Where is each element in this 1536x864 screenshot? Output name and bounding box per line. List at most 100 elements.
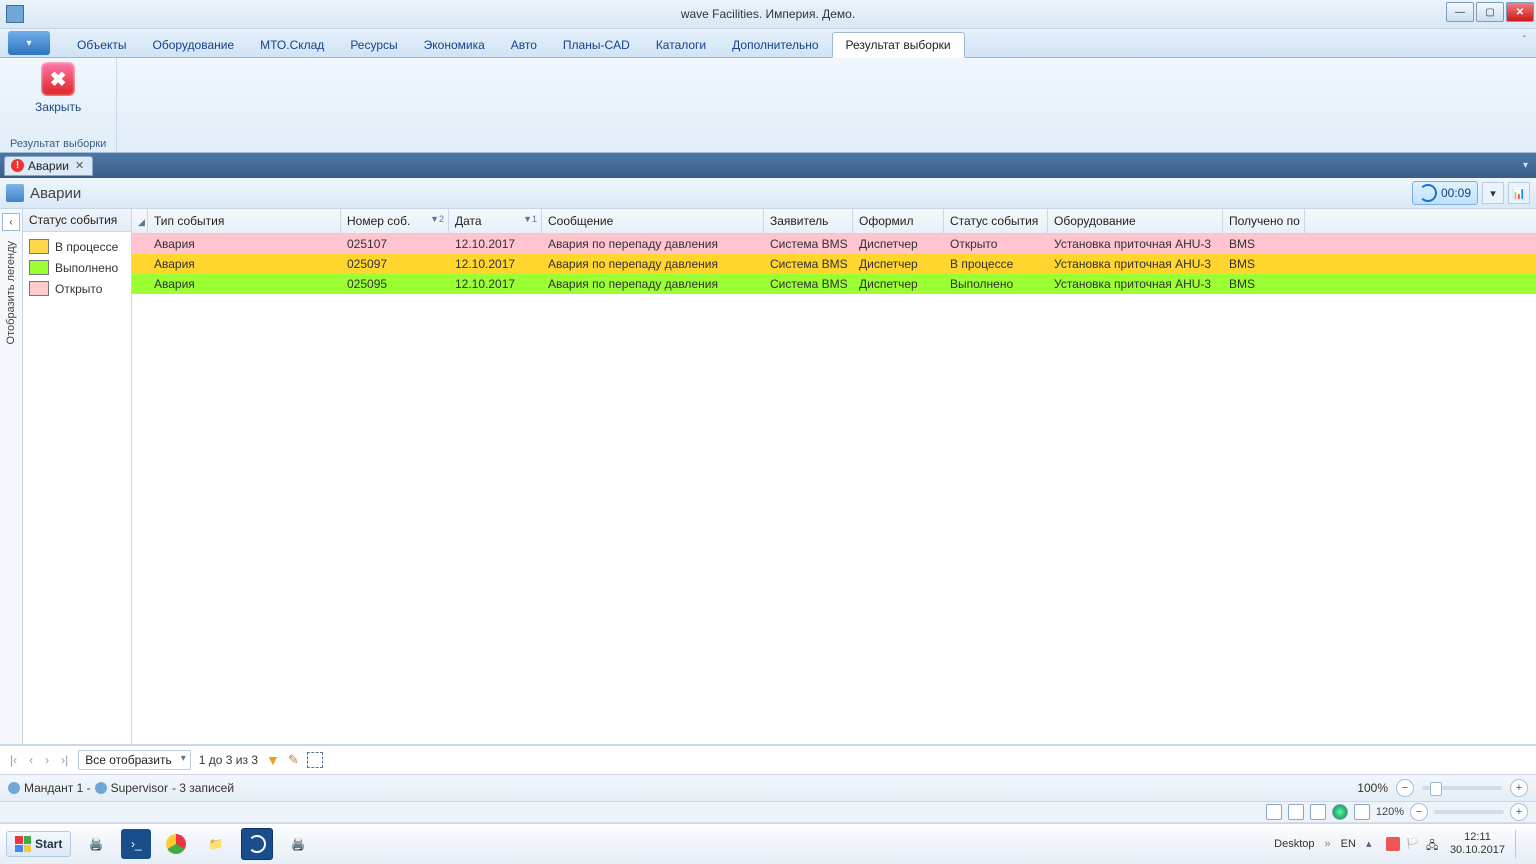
table-cell: 12.10.2017	[449, 234, 542, 254]
util-zoom-in[interactable]: +	[1510, 803, 1528, 821]
swatch-icon	[29, 239, 49, 254]
select-all-icon[interactable]	[307, 752, 323, 768]
grid-header-received-by[interactable]: Получено по	[1223, 209, 1305, 233]
table-cell: Диспетчер	[853, 254, 944, 274]
window-close-button[interactable]: ✕	[1506, 2, 1534, 22]
legend-item-in-progress[interactable]: В процессе	[27, 236, 127, 257]
taskbar-item-powershell[interactable]: ›_	[121, 829, 151, 859]
minimize-button[interactable]: —	[1446, 2, 1474, 22]
legend-item-label: Выполнено	[55, 261, 118, 275]
ribbon-collapse-button[interactable]: ˆ	[1523, 35, 1526, 46]
util-globe-icon[interactable]	[1332, 804, 1348, 820]
tray-flag-icon[interactable]: 🏳️	[1406, 837, 1420, 851]
table-cell: 025107	[341, 234, 449, 254]
util-hand-icon[interactable]	[1354, 804, 1370, 820]
close-button-label: Закрыть	[35, 100, 81, 114]
close-result-button[interactable]: ✖ Закрыть	[35, 62, 81, 114]
pager-last[interactable]: ›|	[59, 753, 70, 767]
ribbon-tab-auto[interactable]: Авто	[498, 33, 550, 57]
ribbon-tab-equipment[interactable]: Оборудование	[140, 33, 248, 57]
refresh-button[interactable]: 00:09	[1412, 181, 1478, 205]
close-icon: ✖	[41, 62, 75, 96]
pager-mode-select[interactable]: Все отобразить	[78, 750, 191, 770]
document-tab-close[interactable]: ✕	[73, 159, 86, 172]
table-cell: Авария	[148, 274, 341, 294]
table-cell: Установка приточная AHU-3	[1048, 274, 1223, 294]
ribbon-tab-catalogs[interactable]: Каталоги	[643, 33, 719, 57]
taskbar-item-app[interactable]	[241, 828, 273, 860]
table-cell: 025095	[341, 274, 449, 294]
taskbar-item-chrome[interactable]	[161, 829, 191, 859]
taskbar-item-scanner[interactable]: 🖨️	[283, 829, 313, 859]
ribbon-tab-result[interactable]: Результат выборки	[832, 32, 965, 58]
table-row[interactable]: Авария02510712.10.2017Авария по перепаду…	[132, 234, 1536, 254]
ribbon-tab-warehouse[interactable]: МТО.Склад	[247, 33, 337, 57]
legend-collapse-button[interactable]: ‹	[2, 213, 20, 231]
maximize-button[interactable]: ▢	[1476, 2, 1504, 22]
taskbar-item-explorer[interactable]: 📁	[201, 829, 231, 859]
clear-filter-icon[interactable]: ✎	[288, 752, 299, 768]
pager-first[interactable]: |‹	[8, 753, 19, 767]
os-taskbar: Start 🖨️ ›_ 📁 🖨️ Desktop » EN ▴ 🏳️ 🖧 12:…	[0, 823, 1536, 864]
table-cell: 12.10.2017	[449, 254, 542, 274]
util-magnifier-icon[interactable]	[1310, 804, 1326, 820]
grid-header-equipment[interactable]: Оборудование	[1048, 209, 1223, 233]
table-cell	[132, 234, 148, 254]
show-desktop-button[interactable]	[1515, 830, 1530, 858]
tray-network-icon[interactable]: 🖧	[1426, 837, 1440, 851]
taskbar-desktop-label[interactable]: Desktop	[1274, 838, 1314, 850]
zoom-slider[interactable]	[1422, 786, 1502, 790]
grid-header-selector[interactable]: ◢	[132, 209, 148, 233]
view-header: Аварии 00:09 ▾ 📊	[0, 178, 1536, 209]
table-cell: Система BMS	[764, 274, 853, 294]
ribbon-tab-plans-cad[interactable]: Планы-CAD	[550, 33, 643, 57]
app-menu-button[interactable]: ▾	[8, 31, 50, 55]
export-button[interactable]: 📊	[1508, 182, 1530, 204]
grid-header-date[interactable]: Дата▼1	[449, 209, 542, 233]
grid-header-message[interactable]: Сообщение	[542, 209, 764, 233]
legend-item-label: Открыто	[55, 282, 102, 296]
util-search-icon[interactable]	[1288, 804, 1304, 820]
windows-icon	[15, 836, 31, 852]
grid-header-number[interactable]: Номер соб.▼2	[341, 209, 449, 233]
grid-header-requester[interactable]: Заявитель	[764, 209, 853, 233]
system-tray: ▴ 🏳️ 🖧	[1366, 837, 1440, 851]
taskbar-item-printer[interactable]: 🖨️	[81, 829, 111, 859]
window-title: wave Facilities. Империя. Демо.	[681, 7, 855, 21]
ribbon-tab-economy[interactable]: Экономика	[411, 33, 498, 57]
pager-prev[interactable]: ‹	[27, 753, 35, 767]
ribbon-tab-additional[interactable]: Дополнительно	[719, 33, 831, 57]
table-row[interactable]: Авария02509512.10.2017Авария по перепаду…	[132, 274, 1536, 294]
document-tab-alarms[interactable]: ! Аварии ✕	[4, 156, 93, 176]
zoom-in-button[interactable]: +	[1510, 779, 1528, 797]
grid-header-status[interactable]: Статус события	[944, 209, 1048, 233]
pager-next[interactable]: ›	[43, 753, 51, 767]
table-cell: BMS	[1223, 254, 1305, 274]
table-cell: Система BMS	[764, 234, 853, 254]
swatch-icon	[29, 281, 49, 296]
refresh-time: 00:09	[1441, 186, 1471, 200]
tray-shield-icon[interactable]	[1386, 837, 1400, 851]
table-cell: Авария	[148, 254, 341, 274]
ribbon-tab-objects[interactable]: Объекты	[64, 33, 140, 57]
grid-header-type[interactable]: Тип события	[148, 209, 341, 233]
legend-item-open[interactable]: Открыто	[27, 278, 127, 299]
legend-panel: Статус события В процессе Выполнено Откр…	[23, 209, 132, 744]
tray-chevron-icon[interactable]: ▴	[1366, 837, 1380, 851]
table-cell: BMS	[1223, 234, 1305, 254]
filter-icon[interactable]: ▼	[266, 752, 280, 768]
start-button[interactable]: Start	[6, 831, 71, 857]
user-icon	[95, 782, 107, 794]
util-zoom-out[interactable]: −	[1410, 803, 1428, 821]
grid-header-registered-by[interactable]: Оформил	[853, 209, 944, 233]
ribbon-tab-resources[interactable]: Ресурсы	[337, 33, 410, 57]
util-zoom-slider[interactable]	[1434, 810, 1504, 814]
table-row[interactable]: Авария02509712.10.2017Авария по перепаду…	[132, 254, 1536, 274]
legend-item-done[interactable]: Выполнено	[27, 257, 127, 278]
zoom-out-button[interactable]: −	[1396, 779, 1414, 797]
tab-overflow-button[interactable]: ▾	[1523, 160, 1528, 171]
util-keyboard-icon[interactable]	[1266, 804, 1282, 820]
taskbar-clock[interactable]: 12:11 30.10.2017	[1450, 831, 1505, 857]
refresh-dropdown[interactable]: ▾	[1482, 182, 1504, 204]
taskbar-lang[interactable]: EN	[1341, 838, 1356, 850]
